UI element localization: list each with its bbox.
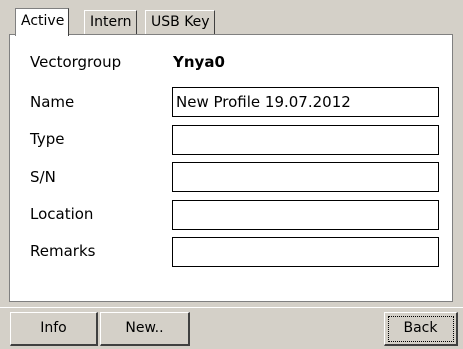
location-field[interactable] [172,200,439,230]
vectorgroup-label: Vectorgroup [30,53,122,71]
tab-active[interactable]: Active [15,8,70,36]
remarks-field[interactable] [172,237,439,267]
type-label: Type [30,130,65,148]
remarks-label: Remarks [30,242,96,260]
sn-field[interactable] [172,162,439,192]
sn-label: S/N [30,168,56,186]
tab-active-label: Active [21,13,65,29]
tab-intern-label: Intern [90,14,132,30]
name-label: Name [30,93,75,111]
back-button-label: Back [403,320,438,336]
info-button[interactable]: Info [10,312,98,346]
new-button[interactable]: New.. [100,312,190,346]
location-label: Location [30,205,94,223]
vectorgroup-value: Ynya0 [173,53,225,71]
tab-usb-key-label: USB Key [151,14,210,30]
tab-intern[interactable]: Intern [84,10,137,35]
name-field[interactable] [172,87,439,117]
type-field[interactable] [172,125,439,155]
info-button-label: Info [40,320,67,336]
new-button-label: New.. [125,320,164,336]
back-button[interactable]: Back [384,312,458,346]
tab-usb-key[interactable]: USB Key [145,10,215,35]
